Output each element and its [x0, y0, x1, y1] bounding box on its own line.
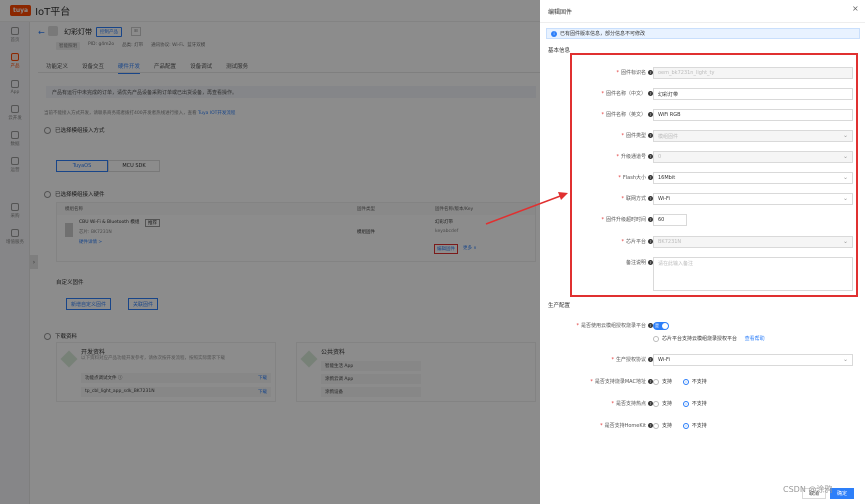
auth-check-row: 芯片平台支持云模组烧录授权平台 查看帮助 — [540, 333, 865, 345]
field-label: * 是否支持热点? — [611, 400, 653, 407]
info-banner: i 已有固件版本信息，部分信息不可修改 — [546, 28, 860, 39]
mac-yes-radio[interactable] — [653, 378, 659, 385]
info-icon: i — [551, 30, 557, 37]
drawer-divider — [540, 22, 865, 23]
hotspot-yes-radio[interactable] — [653, 400, 659, 407]
info-circle-icon — [653, 335, 659, 342]
field-label: * 是否支持HomeKit? — [600, 422, 653, 429]
prod-auth-select[interactable]: Wi-Fi ⌄ — [653, 354, 853, 366]
homekit-row: * 是否支持HomeKit? 支持 不支持 — [540, 420, 865, 432]
homekit-yes-radio[interactable] — [653, 422, 659, 429]
prod-auth-row: * 生产授权协议? Wi-Fi ⌄ — [540, 354, 865, 366]
basic-info-title: 基本信息 — [548, 48, 571, 54]
homekit-radio-group: 支持 不支持 — [653, 422, 707, 429]
mac-radio-group: 支持 不支持 — [653, 378, 707, 385]
hotspot-no-radio[interactable] — [682, 400, 689, 407]
confirm-button[interactable]: 确定 — [830, 488, 854, 499]
drawer-title: 编辑固件 — [548, 9, 573, 16]
chevron-down-icon: ⌄ — [842, 356, 848, 363]
auth-check[interactable]: 芯片平台支持云模组烧录授权平台 查看帮助 — [653, 335, 765, 342]
auth-platform-toggle[interactable]: 是 — [653, 322, 669, 330]
field-label: * 是否使用云模组授权烧录平台? — [576, 322, 653, 329]
annotation-highlight-box — [570, 53, 858, 297]
close-icon[interactable]: × — [852, 4, 859, 13]
hotspot-row: * 是否支持热点? 支持 不支持 — [540, 398, 865, 410]
homekit-no-radio[interactable] — [682, 422, 689, 429]
watermark: CSDN @涂鸦 — [783, 485, 833, 494]
info-text: 已有固件版本信息，部分信息不可修改 — [560, 31, 646, 37]
field-label: * 生产授权协议? — [611, 356, 653, 363]
help-link[interactable]: 查看帮助 — [745, 335, 765, 342]
field-label: * 是否支持烧录MAC地址? — [590, 378, 653, 385]
production-config-title: 生产配置 — [548, 303, 571, 309]
auth-platform-row: * 是否使用云模组授权烧录平台? 是 — [540, 320, 865, 332]
mac-no-radio[interactable] — [682, 378, 689, 385]
modal-mask[interactable] — [0, 0, 540, 504]
mac-row: * 是否支持烧录MAC地址? 支持 不支持 — [540, 376, 865, 388]
hotspot-radio-group: 支持 不支持 — [653, 400, 707, 407]
